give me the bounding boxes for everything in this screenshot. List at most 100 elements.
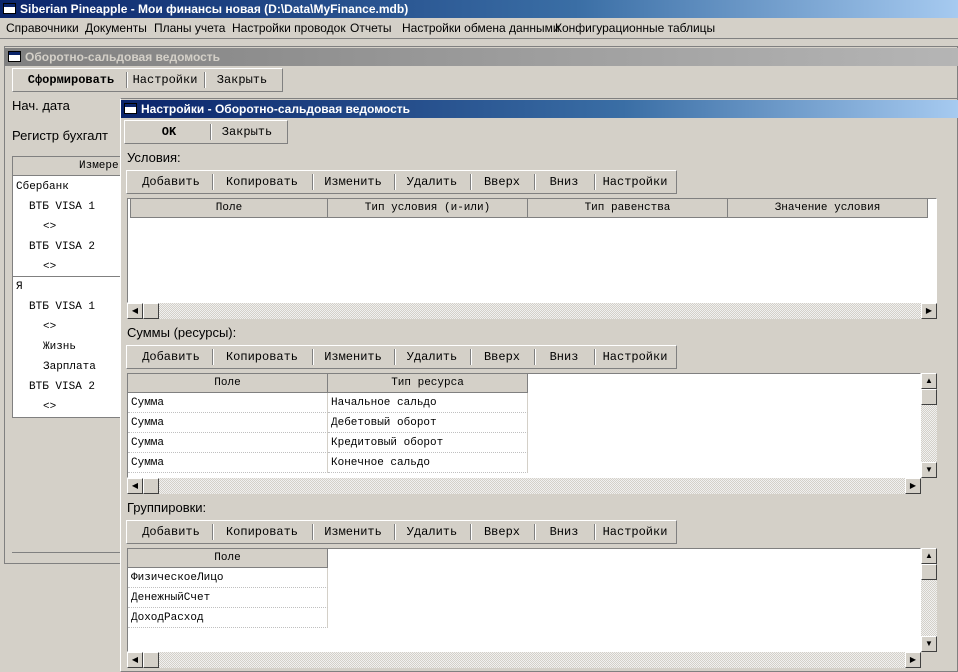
tree-row[interactable]: Сбербанк <box>13 177 123 197</box>
report-tree-header-text: Измере <box>79 160 119 172</box>
groupings-cell-field[interactable]: ДенежныйСчет <box>128 588 328 608</box>
tree-row[interactable]: Зарплата <box>13 357 123 377</box>
sums-edit-button[interactable]: Изменить <box>313 348 395 367</box>
conditions-hscroll-thumb[interactable] <box>143 303 159 319</box>
tree-row[interactable]: <> <box>13 257 123 277</box>
sums-cell-resource-type[interactable]: Начальное сальдо <box>328 393 528 413</box>
sums-add-button[interactable]: Добавить <box>131 348 213 367</box>
scroll-up-arrow-icon[interactable]: ▲ <box>921 373 937 389</box>
sums-cell-field[interactable]: Сумма <box>128 453 328 473</box>
tree-row[interactable]: Жизнь <box>13 337 123 357</box>
groupings-up-button[interactable]: Вверх <box>471 523 535 542</box>
menu-item-exchange-settings[interactable]: Настройки обмена данными <box>402 21 560 35</box>
tree-row[interactable]: <> <box>13 217 123 237</box>
scroll-right-arrow-icon[interactable]: ▶ <box>905 478 921 494</box>
menu-bar: Справочники Документы Планы учета Настро… <box>0 18 958 38</box>
conditions-copy-button[interactable]: Копировать <box>213 173 313 192</box>
groupings-label: Группировки: <box>127 500 207 515</box>
conditions-col-value[interactable]: Значение условия <box>728 199 928 218</box>
sums-hscrollbar[interactable]: ◀ ▶ <box>127 478 921 494</box>
settings-window-title-bar[interactable]: Настройки - Оборотно-сальдовая ведомость <box>121 100 958 118</box>
conditions-delete-button[interactable]: Удалить <box>395 173 471 192</box>
report-toolbar: Сформировать Настройки Закрыть <box>12 68 283 92</box>
scroll-left-arrow-icon[interactable]: ◀ <box>127 652 143 668</box>
report-tree-header: Измере <box>13 157 123 176</box>
settings-window-title: Настройки - Оборотно-сальдовая ведомость <box>141 102 411 116</box>
sums-vscroll-thumb[interactable] <box>921 389 937 405</box>
groupings-cell-field[interactable]: ДоходРасход <box>128 608 328 628</box>
conditions-toolbar: Добавить Копировать Изменить Удалить Вве… <box>126 170 677 194</box>
scroll-down-arrow-icon[interactable]: ▼ <box>921 462 937 478</box>
sums-copy-button[interactable]: Копировать <box>213 348 313 367</box>
conditions-add-button[interactable]: Добавить <box>131 173 213 192</box>
conditions-settings-button[interactable]: Настройки <box>595 173 675 192</box>
menu-item-reports[interactable]: Отчеты <box>350 21 391 35</box>
conditions-down-button[interactable]: Вниз <box>535 173 595 192</box>
groupings-cell-field[interactable]: ФизическоеЛицо <box>128 568 328 588</box>
report-window-icon <box>8 51 21 62</box>
groupings-down-button[interactable]: Вниз <box>535 523 595 542</box>
conditions-grid[interactable]: Поле Тип условия (и-или) Тип равенства З… <box>127 198 937 303</box>
report-window-title: Оборотно-сальдовая ведомость <box>25 50 221 64</box>
menu-item-config-tables[interactable]: Конфигурационные таблицы <box>555 21 715 35</box>
groupings-delete-button[interactable]: Удалить <box>395 523 471 542</box>
groupings-col-field[interactable]: Поле <box>128 549 328 568</box>
scroll-down-arrow-icon[interactable]: ▼ <box>921 636 937 652</box>
tree-row[interactable]: Я <box>13 277 123 297</box>
groupings-vscrollbar[interactable]: ▲ ▼ <box>921 548 937 652</box>
sums-down-button[interactable]: Вниз <box>535 348 595 367</box>
sums-cell-resource-type[interactable]: Конечное сальдо <box>328 453 528 473</box>
sums-grid[interactable]: Поле Тип ресурса Сумма Начальное сальдо Су… <box>127 373 921 478</box>
menu-item-documents[interactable]: Документы <box>85 21 147 35</box>
tree-row[interactable]: <> <box>13 397 123 417</box>
tree-row[interactable]: <> <box>13 317 123 337</box>
sums-vscrollbar[interactable]: ▲ ▼ <box>921 373 937 478</box>
sums-hscroll-thumb[interactable] <box>143 478 159 494</box>
app-title-bar[interactable]: Siberian Pineapple - Мои финансы новая (… <box>0 0 958 18</box>
report-close-button[interactable]: Закрыть <box>205 71 279 90</box>
tree-row[interactable]: ВТБ VISA 2 <box>13 237 123 257</box>
sums-cell-resource-type[interactable]: Дебетовый оборот <box>328 413 528 433</box>
groupings-vscroll-thumb[interactable] <box>921 564 937 580</box>
sums-cell-field[interactable]: Сумма <box>128 393 328 413</box>
conditions-edit-button[interactable]: Изменить <box>313 173 395 192</box>
groupings-hscrollbar[interactable]: ◀ ▶ <box>127 652 921 668</box>
groupings-add-button[interactable]: Добавить <box>131 523 213 542</box>
groupings-settings-button[interactable]: Настройки <box>595 523 675 542</box>
tree-row[interactable]: ВТБ VISA 1 <box>13 297 123 317</box>
scroll-left-arrow-icon[interactable]: ◀ <box>127 478 143 494</box>
report-settings-button[interactable]: Настройки <box>127 71 205 90</box>
sums-col-field[interactable]: Поле <box>128 374 328 393</box>
report-window-title-bar[interactable]: Оборотно-сальдовая ведомость <box>5 48 958 66</box>
groupings-hscroll-thumb[interactable] <box>143 652 159 668</box>
conditions-col-field[interactable]: Поле <box>130 199 328 218</box>
conditions-col-equality-type[interactable]: Тип равенства <box>528 199 728 218</box>
scroll-up-arrow-icon[interactable]: ▲ <box>921 548 937 564</box>
sums-cell-resource-type[interactable]: Кредитовый оборот <box>328 433 528 453</box>
groupings-grid[interactable]: Поле ФизическоеЛицо ДенежныйСчет ДоходРасх… <box>127 548 921 652</box>
sums-cell-field[interactable]: Сумма <box>128 413 328 433</box>
conditions-up-button[interactable]: Вверх <box>471 173 535 192</box>
tree-row[interactable]: ВТБ VISA 1 <box>13 197 123 217</box>
ok-button[interactable]: OK <box>129 123 211 142</box>
conditions-hscrollbar[interactable]: ◀ ▶ <box>127 303 937 319</box>
tree-row[interactable]: ВТБ VISA 2 <box>13 377 123 397</box>
form-report-button[interactable]: Сформировать <box>17 71 127 90</box>
conditions-col-condition-type[interactable]: Тип условия (и-или) <box>328 199 528 218</box>
scroll-left-arrow-icon[interactable]: ◀ <box>127 303 143 319</box>
menu-item-directories[interactable]: Справочники <box>6 21 79 35</box>
menu-item-posting-settings[interactable]: Настройки проводок <box>232 21 346 35</box>
groupings-copy-button[interactable]: Копировать <box>213 523 313 542</box>
report-tree-grid[interactable]: Измере Сбербанк ВТБ VISA 1 <> ВТБ VISA 2 <> Я… <box>12 156 124 418</box>
sums-settings-button[interactable]: Настройки <box>595 348 675 367</box>
menu-item-plans[interactable]: Планы учета <box>154 21 225 35</box>
scroll-right-arrow-icon[interactable]: ▶ <box>905 652 921 668</box>
scroll-right-arrow-icon[interactable]: ▶ <box>921 303 937 319</box>
groupings-edit-button[interactable]: Изменить <box>313 523 395 542</box>
sums-delete-button[interactable]: Удалить <box>395 348 471 367</box>
report-grid-bottom-strip <box>12 552 124 562</box>
sums-up-button[interactable]: Вверх <box>471 348 535 367</box>
settings-close-button[interactable]: Закрыть <box>211 123 283 142</box>
sums-cell-field[interactable]: Сумма <box>128 433 328 453</box>
sums-col-resource-type[interactable]: Тип ресурса <box>328 374 528 393</box>
